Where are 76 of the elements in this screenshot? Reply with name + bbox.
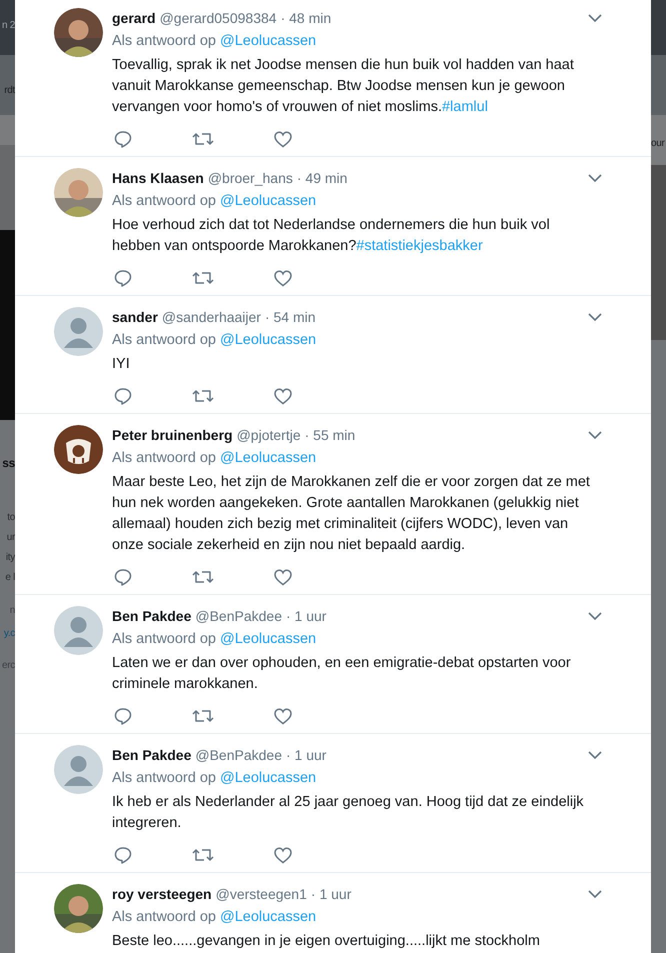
user-handle[interactable]: @sanderhaaijer xyxy=(162,309,261,325)
heart-icon[interactable] xyxy=(274,568,292,586)
reply-icon[interactable] xyxy=(114,387,132,405)
user-handle[interactable]: @gerard05098384 xyxy=(160,10,277,26)
reply-icon[interactable] xyxy=(114,568,132,586)
timestamp[interactable]: · 55 min xyxy=(304,427,356,443)
tweet-text: Toevallig, sprak ik net Joodse mensen die hun buik vol hadden van haat vanuit Marokkanse gemeenschap. Btw Joodse mensen kun je gewoon vervangen voor homo's of vrouwen of niet moslims.#lamlul xyxy=(112,56,575,117)
user-handle[interactable]: @broer_hans xyxy=(208,170,293,186)
tweet-text: Hoe verhoud zich dat tot Nederlandse ondernemers die hun buik vol hebben van ontspoorde Marokkanen?#statistiekjesbakker xyxy=(112,216,551,256)
tweet-text: Maar beste Leo, het zijn de Marokkanen zelf die er voor zorgen dat ze met hun nek worden aangekeken. Grote aantallen Marokkanen (gelukkig niet allemaal) houden zich bezig met criminaliteit (cijfers WODC), leven van onze sociale zekerheid en zijn nou niet bepaald aardig. xyxy=(112,473,591,555)
background-text: ity xyxy=(6,551,15,564)
user-name[interactable]: sander xyxy=(112,309,158,325)
background-text: ss xyxy=(2,455,15,471)
mention-link[interactable]: @Leolucassen xyxy=(220,906,316,928)
tweet-text: IYI xyxy=(112,355,131,374)
reply-icon[interactable] xyxy=(114,269,132,287)
mention-link[interactable]: @Leolucassen xyxy=(220,447,316,469)
caret-icon[interactable] xyxy=(588,612,602,620)
tweet-text: Laten we er dan over ophouden, en een emigratie-debat opstarten voor criminele marokkanen. xyxy=(112,654,572,694)
caret-icon[interactable] xyxy=(588,14,602,22)
background-text: e l xyxy=(5,571,15,584)
caret-icon[interactable] xyxy=(588,750,602,760)
hashtag-link[interactable]: #lamlul xyxy=(442,99,488,115)
sheep-icon xyxy=(54,425,103,474)
background-text: y.c xyxy=(4,627,15,640)
timestamp[interactable]: · 1 uur xyxy=(286,747,326,763)
heart-icon[interactable] xyxy=(274,270,292,286)
timestamp[interactable]: · 1 uur xyxy=(286,608,326,624)
timestamp[interactable]: · 48 min xyxy=(280,10,332,26)
reply-label: Als antwoord op xyxy=(112,908,216,927)
hashtag-link[interactable]: #statistiekjesbakker xyxy=(356,238,483,254)
background-text: our xyxy=(651,137,665,150)
background-text: to xyxy=(7,511,15,524)
tweet-text: Beste leo......gevangen in je eigen overtuiging.....lijkt me stockholm xyxy=(112,932,541,951)
reply-icon[interactable] xyxy=(114,846,132,864)
user-name[interactable]: roy versteegen xyxy=(112,886,212,902)
caret-icon[interactable] xyxy=(588,430,602,440)
heart-icon[interactable] xyxy=(274,846,292,864)
background-text: n 2 xyxy=(2,19,15,32)
reply-label: Als antwoord op xyxy=(112,331,216,350)
avatar-icon xyxy=(54,745,103,794)
user-handle[interactable]: @BenPakdee xyxy=(195,608,282,624)
caret-icon[interactable] xyxy=(588,174,602,182)
avatar-icon xyxy=(54,606,103,655)
reply-icon[interactable] xyxy=(114,130,132,148)
background-text: rdt xyxy=(4,84,15,97)
reply-label: Als antwoord op xyxy=(112,192,216,211)
mention-link[interactable]: @Leolucassen xyxy=(220,329,316,351)
caret-icon[interactable] xyxy=(588,312,602,322)
reply-label: Als antwoord op xyxy=(112,449,216,468)
tweet-text: Ik heb er als Nederlander al 25 jaar genoeg van. Hoog tijd dat ze eindelijk integreren. xyxy=(112,793,585,833)
heart-icon[interactable] xyxy=(274,130,292,148)
reply-label: Als antwoord op xyxy=(112,32,216,51)
heart-icon[interactable] xyxy=(274,708,292,724)
reply-label: Als antwoord op xyxy=(112,769,216,788)
user-handle[interactable]: @pjotertje xyxy=(236,427,301,443)
heart-icon[interactable] xyxy=(274,388,292,404)
reply-icon[interactable] xyxy=(114,707,132,725)
reply-label: Als antwoord op xyxy=(112,630,216,649)
mention-link[interactable]: @Leolucassen xyxy=(220,30,316,52)
user-handle[interactable]: @BenPakdee xyxy=(195,747,282,763)
timestamp[interactable]: · 49 min xyxy=(296,170,348,186)
user-handle[interactable]: @versteegen1 xyxy=(216,886,307,902)
background-text: ur xyxy=(6,531,15,544)
timestamp[interactable]: · 54 min xyxy=(264,309,316,325)
caret-icon[interactable] xyxy=(588,890,602,898)
mention-link[interactable]: @Leolucassen xyxy=(220,767,316,789)
timestamp[interactable]: · 1 uur xyxy=(310,886,352,902)
user-name[interactable]: Hans Klaasen xyxy=(112,170,204,186)
user-name[interactable]: Ben Pakdee xyxy=(112,608,192,624)
user-name[interactable]: Ben Pakdee xyxy=(112,747,192,763)
mention-link[interactable]: @Leolucassen xyxy=(220,628,316,650)
user-name[interactable]: gerard xyxy=(112,10,156,26)
user-name[interactable]: Peter bruinenberg xyxy=(112,427,233,443)
mention-link[interactable]: @Leolucassen xyxy=(220,190,316,212)
avatar-icon xyxy=(54,307,103,356)
